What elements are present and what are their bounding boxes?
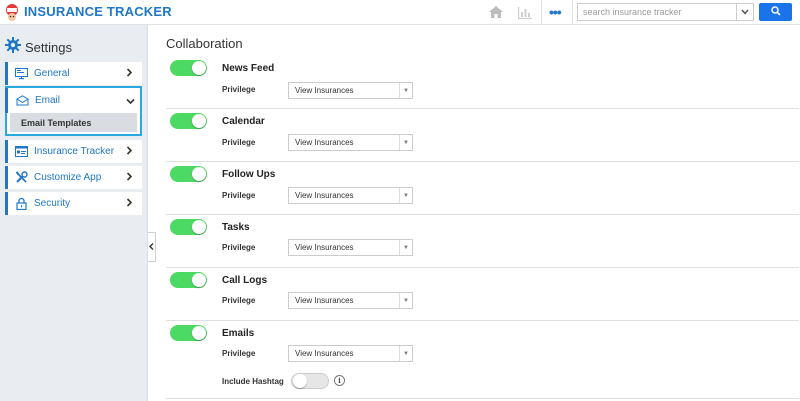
privilege-select[interactable]: View Insurances ▼ [288,187,413,204]
sidebar-item-label: Email [35,95,61,106]
chart-icon[interactable] [514,2,536,22]
tasks-toggle[interactable] [170,219,207,235]
monitor-icon [14,67,28,81]
settings-header: Settings [5,37,72,58]
calendar-toggle[interactable] [170,113,207,129]
collab-row-emails: Emails Privilege View Insurances ▼ Inclu… [166,322,799,399]
tools-icon [14,171,28,185]
privilege-label: Privilege [222,138,256,147]
search-input[interactable]: search insurance tracker [577,3,737,21]
privilege-select[interactable]: View Insurances ▼ [288,134,413,151]
row-title: Follow Ups [222,169,276,180]
select-value: View Insurances [295,349,354,358]
search-icon [770,3,781,21]
sidebar: Settings General Email Email Templates I… [0,25,148,401]
row-title: Tasks [222,222,250,233]
sidebar-item-label: Customize App [34,172,102,183]
collab-row-tasks: Tasks Privilege View Insurances ▼ [166,216,799,268]
envelope-icon [15,94,29,108]
sidebar-item-customize-app[interactable]: Customize App [5,166,142,189]
sidebar-item-general[interactable]: General [5,62,142,85]
collab-row-news-feed: News Feed Privilege View Insurances ▼ [166,57,799,109]
sidebar-item-security[interactable]: Security [5,192,142,215]
sidebar-item-label: Security [34,198,71,209]
select-value: View Insurances [295,296,354,305]
privilege-label: Privilege [222,85,256,94]
row-title: Call Logs [222,275,268,286]
select-value: View Insurances [295,191,354,200]
caret-down-icon: ▼ [399,240,412,255]
sidebar-item-label: General [34,68,70,79]
home-icon[interactable] [485,2,507,22]
top-bar: INSURANCE TRACKER ••• search insurance t… [0,0,800,25]
news-feed-toggle[interactable] [170,60,207,76]
section-title: Collaboration [166,36,243,51]
sidebar-item-email[interactable]: Email [5,88,140,113]
include-hashtag-toggle[interactable] [291,373,329,389]
row-title: News Feed [222,63,275,74]
sidebar-subitem-email-templates[interactable]: Email Templates [10,113,137,132]
follow-ups-toggle[interactable] [170,166,207,182]
caret-down-icon: ▼ [399,83,412,98]
card-icon [14,145,28,159]
search-button[interactable] [759,3,792,21]
caret-down-icon: ▼ [399,188,412,203]
privilege-label: Privilege [222,296,256,305]
privilege-select[interactable]: View Insurances ▼ [288,345,413,362]
emails-toggle[interactable] [170,325,207,341]
privilege-label: Privilege [222,349,256,358]
chevron-right-icon [126,67,136,80]
info-icon[interactable]: i [334,375,345,386]
include-hashtag-label: Include Hashtag [222,377,284,386]
chevron-right-icon [126,145,136,158]
privilege-select[interactable]: View Insurances ▼ [288,239,413,256]
select-value: View Insurances [295,243,354,252]
chevron-right-icon [126,197,136,210]
app-logo-icon[interactable] [2,2,22,22]
chevron-down-icon [126,92,135,110]
caret-down-icon: ▼ [399,346,412,361]
sidebar-item-label: Insurance Tracker [34,146,115,157]
app-title[interactable]: INSURANCE TRACKER [24,4,172,19]
collab-row-call-logs: Call Logs Privilege View Insurances ▼ [166,269,799,321]
chevron-right-icon [126,171,136,184]
gear-icon [5,37,21,58]
select-value: View Insurances [295,86,354,95]
privilege-label: Privilege [222,243,256,252]
collab-row-calendar: Calendar Privilege View Insurances ▼ [166,110,799,162]
privilege-label: Privilege [222,191,256,200]
sidebar-collapse-handle[interactable] [148,232,156,262]
call-logs-toggle[interactable] [170,272,207,288]
caret-down-icon: ▼ [399,293,412,308]
main-content: Collaboration News Feed Privilege View I… [157,25,800,401]
privilege-select[interactable]: View Insurances ▼ [288,82,413,99]
chevron-left-icon [149,242,154,252]
caret-down-icon: ▼ [399,135,412,150]
sidebar-item-email-group: Email Email Templates [5,86,142,136]
collab-row-follow-ups: Follow Ups Privilege View Insurances ▼ [166,163,799,215]
privilege-select[interactable]: View Insurances ▼ [288,292,413,309]
row-title: Emails [222,328,255,339]
lock-icon [14,197,28,211]
sidebar-item-insurance-tracker[interactable]: Insurance Tracker [5,140,142,163]
more-icon[interactable]: ••• [549,4,562,20]
search-dropdown-icon[interactable] [737,3,754,21]
select-value: View Insurances [295,138,354,147]
row-title: Calendar [222,116,265,127]
sidebar-title: Settings [25,40,72,55]
